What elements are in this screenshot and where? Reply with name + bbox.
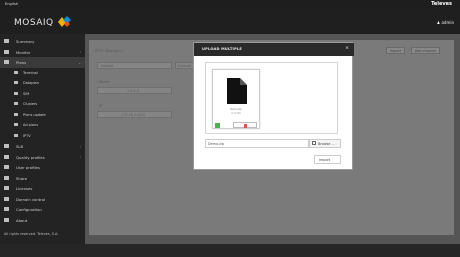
sidebar-item-ad-plans[interactable]: Ad plans xyxy=(0,120,85,131)
sidebar-item-label: User profiles xyxy=(16,165,40,170)
modal-title: UPLOAD MULTIPLE xyxy=(202,47,243,51)
sidebar-item-monitor[interactable]: Monitor ‹ xyxy=(0,47,85,58)
sidebar-item-label: Quality profiles xyxy=(16,154,45,160)
ip-value: 172.16.1.0/24 xyxy=(121,112,145,117)
sidebar-item-label: SIM xyxy=(23,91,30,96)
sidebar-item-plans-update[interactable]: Plans update xyxy=(0,110,85,121)
trash-icon xyxy=(244,123,247,128)
user-profiles-icon xyxy=(4,165,9,169)
import-button[interactable]: Import xyxy=(386,47,406,54)
terminal-icon xyxy=(14,70,18,74)
file-icon xyxy=(227,78,247,104)
user-menu[interactable]: ♟ admin xyxy=(437,20,454,25)
sidebar-item-slb[interactable]: SLB ‹ xyxy=(0,141,85,152)
iptv-icon xyxy=(14,133,18,137)
tab-label: Default xyxy=(101,63,114,68)
chevron-icon: ‹ xyxy=(79,49,81,54)
sidebar-item-label: About xyxy=(16,217,28,223)
sidebar-item-summary[interactable]: Summary xyxy=(0,36,85,47)
share-icon xyxy=(4,175,9,180)
summary-icon xyxy=(4,39,9,43)
file-path-value: Demo.zip xyxy=(208,141,224,146)
copyright-text: All rights reserved. Televes, S.A. xyxy=(4,232,59,236)
language-selector[interactable]: English xyxy=(5,2,18,6)
ad-icon xyxy=(14,123,18,126)
sidebar: Summary Monitor ‹ Plans ⌄ Terminal Datapla… xyxy=(0,34,85,244)
name-value: 1.0.0.0 xyxy=(127,88,139,93)
gear-icon xyxy=(4,207,9,211)
sidebar-item-about[interactable]: About xyxy=(0,215,85,226)
sidebar-item-user-profiles[interactable]: User profiles xyxy=(0,162,85,173)
footer-bar xyxy=(0,244,460,257)
file-name: Demo.zip xyxy=(230,108,242,111)
tab-label: Channel xyxy=(177,63,191,68)
slb-icon xyxy=(4,144,9,148)
chevron-icon: ‹ xyxy=(79,143,81,149)
browse-label: Browse ... xyxy=(318,141,335,146)
add-channel-button[interactable]: Add channel xyxy=(411,47,441,54)
close-icon[interactable]: × xyxy=(345,46,349,51)
import-label: Import xyxy=(319,157,331,162)
folder-icon xyxy=(312,141,316,145)
sidebar-item-plans[interactable]: Plans ⌄ xyxy=(0,57,85,68)
clusters-icon xyxy=(14,102,18,105)
sidebar-item-label: SLB xyxy=(16,144,24,149)
remove-file-button[interactable] xyxy=(233,122,257,128)
sidebar-item-terminal[interactable]: Terminal xyxy=(0,68,85,79)
mosaiq-logo-icon xyxy=(58,16,71,27)
sidebar-item-label: Plans xyxy=(16,60,27,65)
chevron-icon: ⌄ xyxy=(77,59,81,65)
sidebar-item-label: Terminal xyxy=(23,70,38,75)
brand-logo: Televes xyxy=(431,1,452,7)
sidebar-item-label: Domain control xyxy=(16,196,46,202)
field-label: IP xyxy=(99,104,103,108)
modal-header: UPLOAD MULTIPLE × xyxy=(194,43,354,56)
sidebar-item-label: Licenses xyxy=(16,186,33,191)
sidebar-item-label: Dataplan xyxy=(23,81,39,85)
page-title: IPTV (Demo01) xyxy=(95,48,124,53)
sidebar-item-dataplan[interactable]: Dataplan xyxy=(0,78,85,89)
sidebar-item-sim[interactable]: SIM xyxy=(0,89,85,100)
sidebar-item-label: Share xyxy=(16,175,27,181)
sidebar-item-quality-profiles[interactable]: Quality profiles ‹ xyxy=(0,152,85,163)
quality-icon xyxy=(4,154,9,159)
sidebar-item-configuration[interactable]: Configuration xyxy=(0,204,85,215)
sidebar-item-label: Configuration xyxy=(16,207,42,212)
upload-status-icon xyxy=(215,123,220,128)
sidebar-item-label: Ad plans xyxy=(23,123,39,127)
sim-icon xyxy=(14,91,18,95)
top-bar: English Televes xyxy=(0,0,460,9)
licenses-icon xyxy=(4,186,9,190)
sidebar-item-label: Clusters xyxy=(23,102,38,106)
chevron-icon: ‹ xyxy=(79,154,81,159)
sidebar-item-iptv[interactable]: IPTV xyxy=(0,131,85,142)
field-label: Name xyxy=(99,80,110,84)
dataplan-icon xyxy=(14,81,18,84)
app-logo: MOSAIQ xyxy=(14,18,54,28)
monitor-icon xyxy=(4,49,9,54)
sidebar-item-clusters[interactable]: Clusters xyxy=(0,99,85,110)
file-size: (1.0 KB) xyxy=(231,112,241,115)
sidebar-item-label: IPTV xyxy=(23,133,31,138)
header: MOSAIQ ♟ admin xyxy=(0,9,460,34)
user-name: admin xyxy=(441,20,454,25)
plans-icon xyxy=(4,60,9,64)
update-icon xyxy=(14,112,18,116)
sidebar-item-domain-control[interactable]: Domain control xyxy=(0,194,85,205)
info-icon xyxy=(4,217,9,222)
domain-icon xyxy=(4,196,9,201)
sidebar-item-label: Monitor xyxy=(16,49,31,55)
sidebar-item-label: Plans update xyxy=(23,112,46,117)
sidebar-item-licenses[interactable]: Licenses xyxy=(0,183,85,194)
sidebar-item-share[interactable]: Share xyxy=(0,173,85,184)
sidebar-item-label: Summary xyxy=(16,39,35,44)
